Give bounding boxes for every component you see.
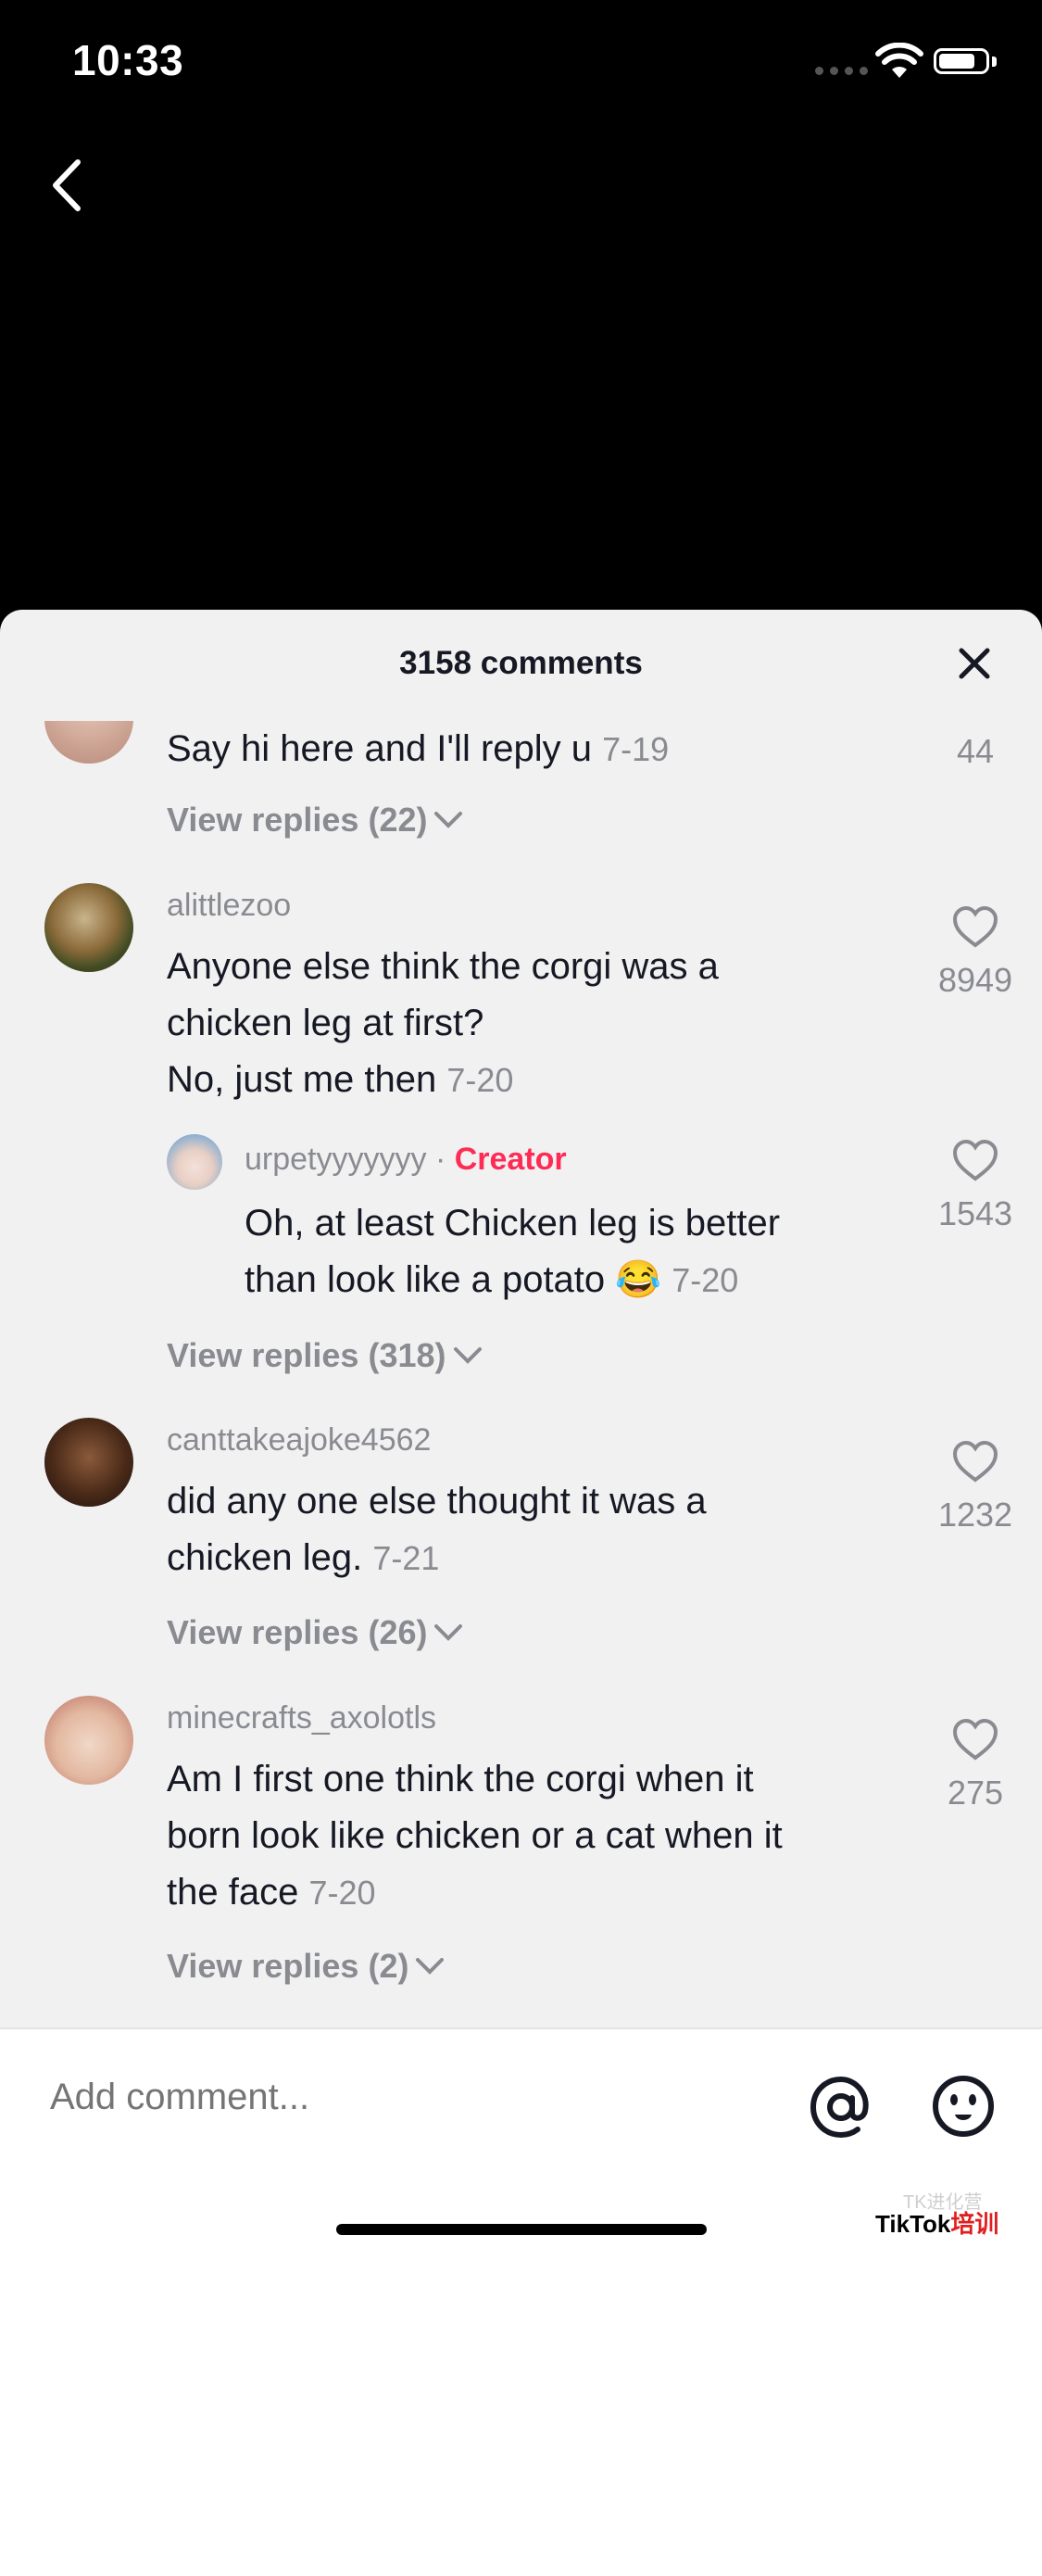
cellular-signal-icon	[815, 67, 868, 75]
heart-icon	[952, 1718, 998, 1761]
reply-like-button[interactable]: 1543	[920, 1139, 1031, 1233]
like-button[interactable]: 8949	[920, 905, 1031, 1000]
wifi-icon	[875, 43, 923, 78]
heart-icon	[952, 905, 998, 948]
avatar[interactable]	[44, 1418, 133, 1507]
chevron-down-icon	[434, 1624, 463, 1641]
view-replies-button[interactable]: View replies (318)	[167, 1336, 483, 1375]
chevron-down-icon	[434, 812, 463, 828]
comment-date: 7-19	[602, 730, 670, 768]
like-count: 1232	[937, 1496, 1013, 1534]
comments-sheet: 3158 comments Say hi here and I'll reply…	[0, 610, 1042, 2257]
comment-input-bar: TK进化营 TikTok培训	[0, 2027, 1042, 2576]
avatar[interactable]	[44, 1696, 133, 1785]
chevron-down-icon	[453, 1347, 482, 1364]
view-replies-button[interactable]: View replies (22)	[167, 801, 464, 840]
status-bar: 10:33	[0, 0, 1042, 130]
close-icon[interactable]	[954, 643, 995, 684]
comment-list[interactable]: Say hi here and I'll reply u 7-19 44 Vie…	[0, 721, 1042, 1711]
chevron-down-icon	[416, 1958, 445, 1975]
mention-at-icon[interactable]	[808, 2074, 874, 2140]
battery-icon	[934, 48, 998, 78]
avatar[interactable]	[44, 883, 133, 972]
like-button[interactable]: 44	[920, 721, 1031, 771]
like-count: 44	[956, 732, 995, 770]
comment-text: Say hi here and I'll reply u 7-19	[167, 728, 670, 769]
emoji-icon[interactable]	[931, 2074, 996, 2139]
like-count: 275	[947, 1774, 1004, 1812]
home-indicator[interactable]	[336, 2224, 707, 2235]
back-arrow-icon[interactable]	[44, 153, 91, 218]
like-button[interactable]: 275	[920, 1718, 1031, 1812]
status-time: 10:33	[72, 36, 184, 84]
heart-icon	[952, 1139, 998, 1181]
add-comment-input[interactable]	[48, 2076, 756, 2119]
like-count: 8949	[937, 961, 1013, 999]
comments-count-title: 3158 comments	[399, 645, 643, 681]
view-replies-button[interactable]: View replies (2)	[167, 1947, 446, 1986]
like-button[interactable]: 1232	[920, 1440, 1031, 1534]
heart-icon	[952, 1440, 998, 1483]
like-count: 1543	[937, 1194, 1013, 1232]
avatar[interactable]	[44, 1495, 133, 1584]
view-replies-button[interactable]: View replies (26)	[167, 1613, 464, 1652]
watermark: TK进化营 TikTok培训	[875, 2192, 999, 2238]
avatar[interactable]	[44, 721, 133, 764]
avatar[interactable]	[167, 1134, 222, 1190]
sheet-header: 3158 comments	[0, 610, 1042, 721]
